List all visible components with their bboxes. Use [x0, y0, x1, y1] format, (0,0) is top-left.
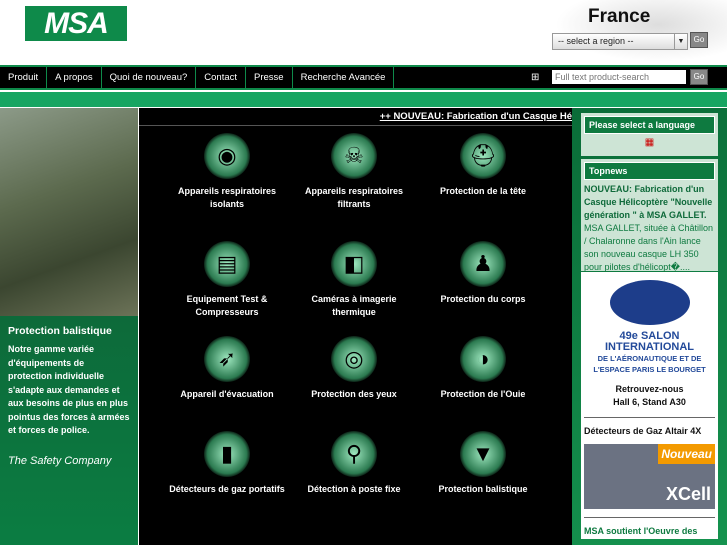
nouveau-badge: Nouveau	[658, 444, 715, 464]
thermal-camera-icon[interactable]: ◧	[331, 241, 377, 287]
product-label[interactable]: Appareils respiratoires filtrants	[289, 185, 419, 211]
country-title: France	[588, 6, 651, 27]
salon-logo	[609, 280, 690, 325]
product-tile[interactable]: ⛑ Protection de la tête	[418, 133, 548, 198]
region-go-button[interactable]: Go	[690, 32, 708, 48]
product-tile[interactable]: ◎ Protection des yeux	[289, 336, 419, 401]
right-sidebar: Please select a language ▦ Topnews NOUVE…	[572, 108, 727, 545]
sitemap-icon[interactable]: ⊞	[531, 72, 539, 83]
product-grid: ++ NOUVEAU: Fabrication d'un Casque Hé ◉…	[139, 108, 572, 545]
product-tile[interactable]: ♟ Protection du corps	[418, 241, 548, 306]
helmet-icon[interactable]: ⛑	[460, 133, 506, 179]
nav-quoi-de-nouveau[interactable]: Quoi de nouveau?	[102, 67, 197, 88]
altair-title[interactable]: Détecteurs de Gaz Altair 4X	[581, 426, 718, 436]
goggles-icon[interactable]: ◎	[331, 336, 377, 382]
product-tile[interactable]: ▮ Détecteurs de gaz portatifs	[162, 431, 292, 496]
feature-text: Notre gamme variée d'équipements de prot…	[8, 344, 130, 435]
nav-produit[interactable]: Produit	[0, 67, 48, 88]
product-tile[interactable]: ▤ Equipement Test & Compresseurs	[162, 241, 292, 319]
oeuvre-link[interactable]: MSA soutient l'Oeuvre des	[581, 526, 718, 536]
msa-logo[interactable]: MSA	[25, 6, 127, 41]
portable-detector-icon[interactable]: ▮	[204, 431, 250, 477]
product-label[interactable]: Détecteurs de gaz portatifs	[162, 483, 292, 496]
product-label[interactable]: Protection du corps	[418, 293, 548, 306]
product-label[interactable]: Protection balistique	[418, 483, 548, 496]
salon-stand: Hall 6, Stand A30	[613, 397, 686, 407]
salon-visit: Retrouvez-nous	[615, 384, 684, 394]
promo-box: 49e SALON INTERNATIONAL DE L'AÉRONAUTIQUE…	[581, 272, 718, 539]
product-label[interactable]: Protection de la tête	[418, 185, 548, 198]
product-label[interactable]: Protection de l'Ouie	[418, 388, 548, 401]
earmuff-icon[interactable]: ◑	[460, 336, 506, 382]
green-band	[0, 92, 727, 107]
product-tile[interactable]: ◧ Caméras à imagerie thermique	[289, 241, 419, 319]
search-go-button[interactable]: Go	[690, 69, 708, 85]
gas-mask-icon[interactable]: ☠	[331, 133, 377, 179]
product-label[interactable]: Détection à poste fixe	[289, 483, 419, 496]
product-tile[interactable]: ◑ Protection de l'Ouie	[418, 336, 548, 401]
feature-title: Protection balistique	[8, 325, 112, 337]
tagline: The Safety Company	[8, 454, 112, 467]
feature-panel: Protection balistique Notre gamme variée…	[0, 316, 138, 545]
product-tile[interactable]: ☠ Appareils respiratoires filtrants	[289, 133, 419, 211]
region-select-value: -- select a region --	[558, 36, 634, 46]
soldier-photo	[0, 108, 138, 316]
product-label[interactable]: Protection des yeux	[289, 388, 419, 401]
product-tile[interactable]: ⚲ Détection à poste fixe	[289, 431, 419, 496]
product-tile[interactable]: ➶ Appareil d'évacuation	[162, 336, 292, 401]
escape-icon[interactable]: ➶	[204, 336, 250, 382]
nav-contact[interactable]: Contact	[196, 67, 247, 88]
salon-subtitle: DE L'AÉRONAUTIQUE ET DE L'ESPACE PARIS L…	[593, 354, 706, 374]
altair-banner[interactable]: Nouveau XCell	[584, 444, 715, 509]
xcell-logo: XCell	[665, 484, 711, 504]
product-tile[interactable]: ▼ Protection balistique	[418, 431, 548, 496]
nav-a-propos[interactable]: A propos	[47, 67, 102, 88]
product-label[interactable]: Equipement Test & Compresseurs	[162, 293, 292, 319]
chevron-down-icon[interactable]: ▼	[674, 34, 687, 49]
search-input[interactable]	[552, 70, 686, 84]
product-tile[interactable]: ◉ Appareils respiratoires isolants	[162, 133, 292, 211]
fixed-detector-icon[interactable]: ⚲	[331, 431, 377, 477]
language-box: Please select a language ▦	[581, 113, 718, 156]
test-equipment-icon[interactable]: ▤	[204, 241, 250, 287]
topnews-title: Topnews	[584, 162, 715, 180]
body-suit-icon[interactable]: ♟	[460, 241, 506, 287]
product-label[interactable]: Appareils respiratoires isolants	[162, 185, 292, 211]
news-headline[interactable]: NOUVEAU: Fabrication d'un Casque Hélicop…	[584, 184, 712, 220]
main-nav: Produit A propos Quoi de nouveau? Contac…	[0, 65, 727, 90]
uk-flag-icon[interactable]: ▦	[581, 137, 718, 148]
nav-presse[interactable]: Presse	[246, 67, 293, 88]
nav-recherche-avancee[interactable]: Recherche Avancée	[293, 67, 395, 88]
vest-icon[interactable]: ▼	[460, 431, 506, 477]
scba-icon[interactable]: ◉	[204, 133, 250, 179]
topnews-box: Topnews NOUVEAU: Fabrication d'un Casque…	[581, 159, 718, 272]
region-select[interactable]: -- select a region -- ▼	[552, 33, 688, 50]
language-title: Please select a language	[584, 116, 715, 134]
news-ticker[interactable]: ++ NOUVEAU: Fabrication d'un Casque Hé	[380, 111, 572, 122]
news-body: MSA GALLET, située à Châtillon / Chalaro…	[584, 223, 714, 272]
product-label[interactable]: Caméras à imagerie thermique	[289, 293, 419, 319]
salon-title: 49e SALON INTERNATIONAL	[604, 330, 694, 353]
product-label[interactable]: Appareil d'évacuation	[162, 388, 292, 401]
divider	[139, 125, 572, 126]
